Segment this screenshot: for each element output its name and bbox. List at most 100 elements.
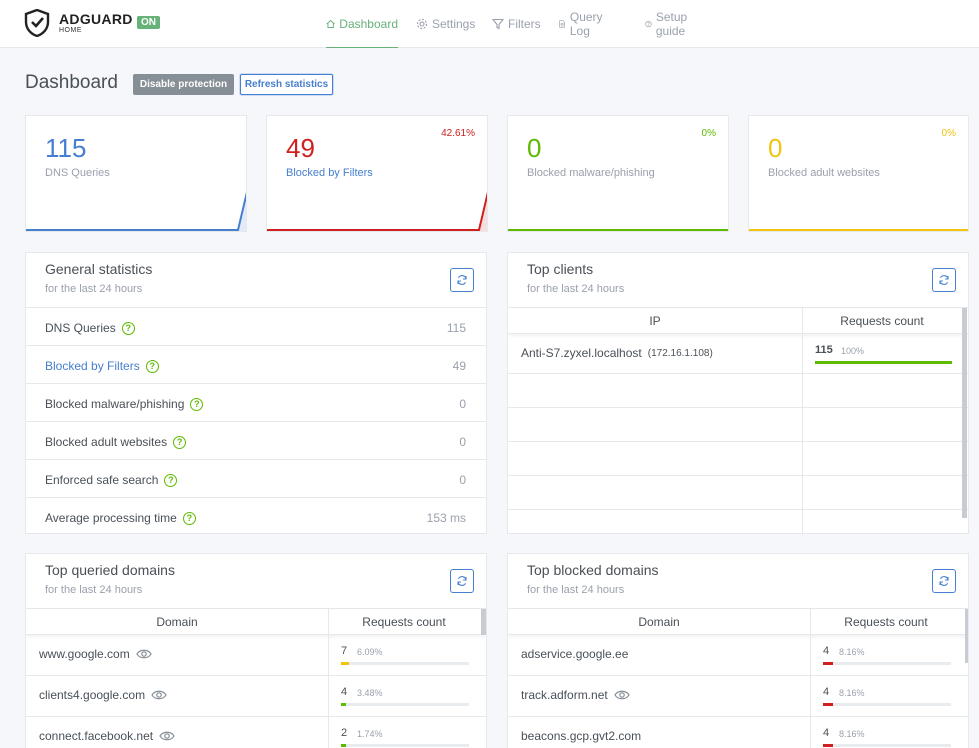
stat-value: 0 <box>768 133 783 163</box>
column-header-ip[interactable]: IP <box>508 314 802 328</box>
card-subtitle: for the last 24 hours <box>527 584 625 596</box>
row-label: Average processing time? <box>45 511 196 525</box>
help-icon[interactable]: ? <box>164 473 178 487</box>
stat-label: Blocked adult websites <box>768 167 880 179</box>
refresh-icon <box>939 576 949 586</box>
progress-track <box>823 703 951 706</box>
progress-track <box>823 744 951 747</box>
row-label-text: Enforced safe search <box>45 473 159 487</box>
refresh-button[interactable] <box>450 268 474 292</box>
nav-label: Filters <box>508 17 541 31</box>
refresh-button[interactable] <box>932 268 956 292</box>
row-label-text[interactable]: Blocked by Filters <box>45 359 140 373</box>
sparkline <box>267 191 487 231</box>
stat-card-dns-queries: 115 DNS Queries <box>25 115 247 232</box>
row-value: 0 <box>459 473 466 487</box>
table-header: Domain Requests count <box>508 609 968 635</box>
column-header-requests[interactable]: Requests count <box>328 615 480 629</box>
column-header-requests[interactable]: Requests count <box>802 314 962 328</box>
request-percent: 100% <box>841 346 865 356</box>
eye-icon[interactable] <box>151 689 167 701</box>
help-icon[interactable]: ? <box>173 435 187 449</box>
stat-value: 115 <box>45 133 87 163</box>
stat-card-blocked-adult: 0% 0 Blocked adult websites <box>748 115 969 232</box>
row-label-text: DNS Queries <box>45 321 116 335</box>
row-label: DNS Queries? <box>45 321 135 335</box>
refresh-button[interactable] <box>450 569 474 593</box>
empty-row <box>508 374 968 408</box>
nav-query-log[interactable]: Query Log <box>558 0 607 48</box>
row-label: Blocked adult websites? <box>45 435 187 449</box>
refresh-button[interactable] <box>932 569 956 593</box>
stat-row-blocked-adult: Blocked adult websites? 0 <box>26 422 486 460</box>
eye-icon[interactable] <box>614 689 630 701</box>
stat-row-safe-search: Enforced safe search? 0 <box>26 460 486 498</box>
adguard-logo[interactable]: ADGUARD HOME ON <box>24 9 164 39</box>
help-icon[interactable]: ? <box>190 397 204 411</box>
request-count: 4 <box>823 645 830 657</box>
table-row: beacons.gcp.gvt2.com 4 8.16% <box>508 717 968 748</box>
domain-name: adservice.google.ee <box>521 647 629 661</box>
domain-cell: www.google.com <box>39 647 152 661</box>
progress-track <box>341 662 469 665</box>
eye-icon[interactable] <box>136 648 152 660</box>
column-header-requests[interactable]: Requests count <box>810 615 962 629</box>
top-clients-card: Top clients for the last 24 hours IP Req… <box>507 252 969 534</box>
table-row: Anti-S7.zyxel.localhost (172.16.1.108) 1… <box>508 334 968 374</box>
stat-label: Blocked by Filters <box>286 167 373 179</box>
domain-name: www.google.com <box>39 647 130 661</box>
stat-row-dns-queries: DNS Queries? 115 <box>26 308 486 346</box>
eye-icon[interactable] <box>159 730 175 742</box>
request-count: 2 <box>341 727 348 739</box>
progress-bar <box>823 703 834 706</box>
column-header-domain[interactable]: Domain <box>26 615 328 629</box>
nav-label: Setup guide <box>655 10 688 38</box>
card-title: Top blocked domains <box>527 562 659 578</box>
progress-bar <box>823 744 834 747</box>
nav-label: Dashboard <box>339 16 398 31</box>
row-value: 0 <box>459 397 466 411</box>
scrollbar[interactable] <box>962 308 967 518</box>
nav-label: Query Log <box>569 10 603 38</box>
request-percent: 8.16% <box>839 647 865 657</box>
document-icon <box>559 20 565 28</box>
card-title: General statistics <box>45 261 153 277</box>
client-name: Anti-S7.zyxel.localhost (172.16.1.108) <box>521 346 713 360</box>
page-title: Dashboard <box>25 72 118 93</box>
domain-cell: adservice.google.ee <box>521 647 628 661</box>
table-header: IP Requests count <box>508 308 968 334</box>
top-header: ADGUARD HOME ON Dashboard Settings Filte… <box>0 0 979 48</box>
table-row: connect.facebook.net 2 1.74% <box>26 717 486 748</box>
refresh-statistics-button[interactable]: Refresh statistics <box>240 74 333 95</box>
nav-filters[interactable]: Filters <box>492 0 541 48</box>
card-subtitle: for the last 24 hours <box>45 283 143 295</box>
client-hostname: Anti-S7.zyxel.localhost <box>521 346 642 360</box>
progress-bar <box>341 703 347 706</box>
progress-bar <box>823 662 834 665</box>
nav-dashboard[interactable]: Dashboard <box>326 0 398 48</box>
request-count: 7 <box>341 645 348 657</box>
row-label-link[interactable]: Blocked by Filters? <box>45 359 159 373</box>
stat-percent: 0% <box>701 128 716 139</box>
progress-track <box>815 361 952 364</box>
logo-text: ADGUARD <box>59 11 133 27</box>
stat-label: DNS Queries <box>45 167 110 179</box>
row-value: 0 <box>459 435 466 449</box>
help-icon[interactable]: ? <box>182 511 196 525</box>
help-icon[interactable]: ? <box>145 359 159 373</box>
request-percent: 1.74% <box>357 729 383 739</box>
stat-label: Blocked malware/phishing <box>527 167 655 179</box>
nav-setup-guide[interactable]: Setup guide <box>645 0 692 48</box>
table-row: www.google.com 7 6.09% <box>26 635 486 676</box>
logo-subtext: HOME <box>59 27 82 34</box>
help-icon[interactable]: ? <box>121 321 135 335</box>
scrollbar[interactable] <box>481 609 486 635</box>
nav-settings[interactable]: Settings <box>416 0 475 48</box>
protection-status-badge: ON <box>137 16 160 29</box>
column-header-domain[interactable]: Domain <box>508 615 810 629</box>
row-label-text: Average processing time <box>45 511 177 525</box>
table-header: Domain Requests count <box>26 609 486 635</box>
gear-icon <box>416 18 428 30</box>
disable-protection-button[interactable]: Disable protection <box>133 74 234 95</box>
request-count: 4 <box>823 686 830 698</box>
